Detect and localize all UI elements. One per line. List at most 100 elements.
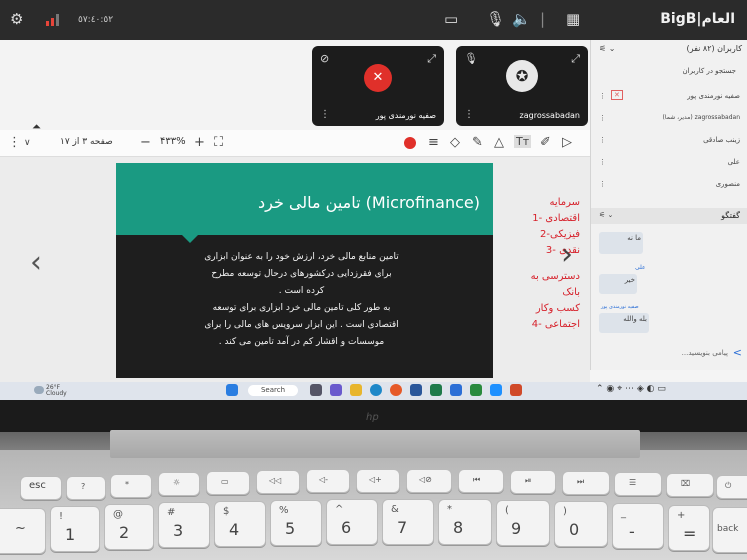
chevron-down-icon[interactable]: ∨ (24, 138, 31, 148)
more-icon[interactable]: ⋮ (464, 109, 474, 120)
key-tilde[interactable]: ~ (0, 508, 46, 554)
microphone-icon[interactable]: 🎙 (486, 10, 505, 28)
key-f10[interactable]: ⏯ (510, 470, 556, 494)
chat-app-icon[interactable] (330, 384, 342, 396)
key-f4[interactable]: ▭ (206, 471, 250, 495)
chevron-down-icon[interactable]: ⌄ ⚟ (599, 44, 615, 53)
side-panel: کاربران (۸۲ نفر) ⌄ ⚟ جستجو در کاربران صف… (590, 40, 747, 370)
pen-icon[interactable]: ✎ (472, 135, 483, 150)
more-icon[interactable]: ⋮ (599, 136, 606, 144)
key-power[interactable]: ⏻ (716, 475, 747, 499)
key-shift-label: ! (59, 511, 64, 522)
key-f11[interactable]: ⏭ (562, 471, 610, 495)
key-equals[interactable]: + = (668, 505, 710, 551)
key-f6[interactable]: ◁- (306, 469, 350, 493)
video-tile[interactable]: ⊘ ⤢ ✕ ⋮ صفیه نورمندی پور (312, 46, 444, 126)
weather-widget[interactable]: 26°F Cloudy (46, 385, 67, 397)
key-f7[interactable]: ◁+ (356, 469, 400, 493)
annotation-line: کسب وکار (535, 303, 580, 314)
taskbar-search[interactable]: Search (248, 385, 298, 396)
screen-bezel: hp (0, 400, 747, 432)
key-backspace[interactable]: back (712, 507, 747, 553)
key-esc[interactable]: esc (20, 476, 62, 500)
key-5[interactable]: % 5 (270, 500, 322, 546)
user-row[interactable]: علی ⋮ (591, 158, 747, 172)
speaker-icon[interactable]: 🔈 (512, 10, 531, 28)
key-f8[interactable]: ◁⊘ (406, 469, 452, 493)
video-tile[interactable]: 🎙 ⤢ ✪ ⋮ zagrossabadan (456, 46, 588, 126)
users-header[interactable]: کاربران (۸۲ نفر) ⌄ ⚟ (591, 44, 747, 58)
user-row[interactable]: zagrossabadan (مدیر، شما) ⋮ (591, 114, 747, 128)
chat-header[interactable]: گفتگو ⌄ ⚟ (591, 208, 747, 224)
user-search[interactable]: جستجو در کاربران (591, 64, 747, 80)
edge-icon[interactable] (370, 384, 382, 396)
tray-icons[interactable]: ⌃ ◉ ⌖ ⋯ ◈ ◐ ▭ (596, 384, 666, 394)
pencil-icon[interactable]: ✐ (540, 135, 551, 150)
key-label: 9 (511, 519, 522, 538)
key-2[interactable]: @2 (104, 504, 154, 550)
expand-icon[interactable]: ⤢ (571, 52, 580, 66)
key-f12[interactable]: ☰ (614, 472, 662, 496)
more-icon[interactable]: ⋮ (320, 109, 330, 120)
message-text: خیر (599, 274, 637, 294)
office-icon[interactable] (510, 384, 522, 396)
more-icon[interactable]: ⋮ (8, 135, 21, 150)
key-f13[interactable]: ⌧ (666, 473, 714, 497)
chevron-down-icon[interactable]: ⌄ ⚟ (599, 211, 613, 219)
key-minus[interactable]: _ - (612, 503, 664, 549)
start-icon[interactable] (226, 384, 238, 396)
key-4[interactable]: $4 (214, 501, 266, 547)
file-explorer-icon[interactable] (350, 384, 362, 396)
more-icon[interactable]: ⋮ (599, 92, 606, 100)
chat-input[interactable]: پیامی بنویسید... > (597, 346, 742, 362)
slide: تامین مالی خرد (Microfinance) تامین مناب… (116, 163, 493, 378)
shapes-icon[interactable]: △ (494, 135, 504, 150)
chat-message: ما نه (591, 232, 747, 254)
signal-icon (46, 12, 60, 30)
users-header-label: کاربران (۸۲ نفر) (686, 44, 742, 53)
key-1[interactable]: ! 1 (50, 506, 100, 552)
eraser-icon[interactable]: ◇ (450, 135, 460, 150)
store-icon[interactable] (410, 384, 422, 396)
next-slide-icon[interactable]: › (561, 237, 573, 272)
key-f3[interactable]: ☼ (158, 472, 200, 496)
user-row[interactable]: منصوری ⋮ (591, 180, 747, 194)
task-view-icon[interactable] (310, 384, 322, 396)
chrome-icon[interactable] (390, 384, 402, 396)
key-f9[interactable]: ⏮ (458, 469, 504, 493)
settings-icon[interactable]: ⚙ (10, 10, 23, 28)
menu-icon[interactable]: ≡ (428, 135, 439, 150)
layout-grid-icon[interactable]: ▦ (566, 10, 580, 28)
mail-icon[interactable] (490, 384, 502, 396)
text-tool-icon[interactable]: Tт (514, 135, 532, 148)
user-row[interactable]: صفیه نورمندی پور ✕ ⋮ (591, 90, 747, 106)
zoom-out-button[interactable]: − (140, 135, 151, 150)
pointer-icon[interactable]: ▷ (562, 135, 572, 150)
send-icon[interactable]: > (733, 346, 742, 359)
key-0[interactable]: ) 0 (554, 501, 608, 547)
app-icon[interactable] (430, 384, 442, 396)
previous-slide-icon[interactable]: ‹ (30, 245, 42, 280)
color-picker-red[interactable] (404, 137, 416, 149)
more-icon[interactable]: ⋮ (599, 114, 606, 122)
key-6[interactable]: ^ 6 (326, 499, 378, 545)
key-f2[interactable]: * (110, 474, 152, 498)
key-3[interactable]: #3 (158, 502, 210, 548)
word-icon[interactable] (450, 384, 462, 396)
key-7[interactable]: & 7 (382, 499, 434, 545)
more-icon[interactable]: ⋮ (599, 158, 606, 166)
key-9[interactable]: (9 (496, 500, 550, 546)
fit-screen-icon[interactable]: ⛶ (214, 135, 223, 150)
key-f1[interactable]: ? (66, 476, 106, 500)
zoom-in-button[interactable]: + (194, 135, 205, 150)
key-8[interactable]: * 8 (438, 499, 492, 545)
user-row[interactable]: زینب صادقی ⋮ (591, 136, 747, 150)
excel-icon[interactable] (470, 384, 482, 396)
page-indicator[interactable]: صفحه ۳ از ۱۷ (60, 137, 113, 147)
expand-icon[interactable]: ⤢ (427, 52, 436, 66)
screen-share-off-icon[interactable]: ▭ (444, 10, 458, 28)
remove-icon[interactable]: ✕ (611, 90, 623, 100)
more-icon[interactable]: ⋮ (599, 180, 606, 188)
key-label: 1 (65, 525, 76, 544)
key-f5[interactable]: ◁◁ (256, 470, 300, 494)
